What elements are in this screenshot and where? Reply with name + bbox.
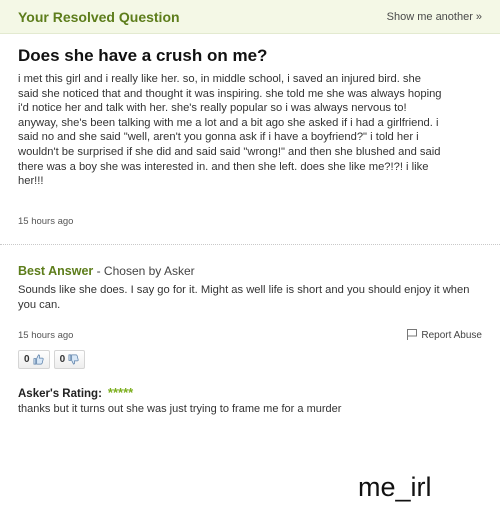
raquo-icon: » bbox=[475, 11, 482, 23]
asker-rating: Asker's Rating: ***** bbox=[18, 385, 133, 400]
chosen-by-text: - Chosen by Asker bbox=[93, 264, 195, 278]
resolved-header: Your Resolved Question Show me another» bbox=[0, 0, 500, 34]
thumbs-up-count: 0 bbox=[24, 354, 30, 365]
report-abuse-link[interactable]: Report Abuse bbox=[407, 329, 482, 341]
section-divider bbox=[0, 244, 500, 245]
flag-icon bbox=[407, 329, 418, 340]
question-panel: Your Resolved Question Show me another» … bbox=[0, 0, 500, 432]
rating-label: Asker's Rating: bbox=[18, 388, 102, 400]
report-abuse-label: Report Abuse bbox=[421, 330, 482, 341]
thumbs-down-count: 0 bbox=[59, 354, 66, 365]
thumbs-down-button[interactable]: 0 bbox=[53, 350, 86, 369]
rating-stars: ***** bbox=[107, 385, 134, 400]
answer-timestamp: 15 hours ago bbox=[18, 330, 74, 341]
thumbs-down-icon bbox=[68, 354, 79, 365]
best-answer-heading: Best Answer - Chosen by Asker bbox=[18, 264, 195, 278]
answer-body: Sounds like she does. I say go for it. M… bbox=[18, 284, 470, 311]
question-timestamp: 15 hours ago bbox=[18, 216, 74, 227]
best-answer-label: Best Answer bbox=[18, 264, 94, 278]
header-title: Your Resolved Question bbox=[18, 9, 180, 25]
thumbs-up-icon bbox=[33, 354, 44, 365]
meme-caption: me_irl bbox=[358, 472, 432, 502]
show-another-link[interactable]: Show me another» bbox=[387, 11, 482, 23]
rating-comment: thanks but it turns out she was just try… bbox=[18, 403, 342, 415]
question-title: Does she have a crush on me? bbox=[18, 46, 268, 65]
show-another-label: Show me another bbox=[386, 11, 473, 23]
vote-buttons: 0 0 bbox=[18, 350, 86, 369]
question-body: i met this girl and i really like her. s… bbox=[18, 73, 442, 188]
thumbs-up-button[interactable]: 0 bbox=[18, 350, 50, 369]
